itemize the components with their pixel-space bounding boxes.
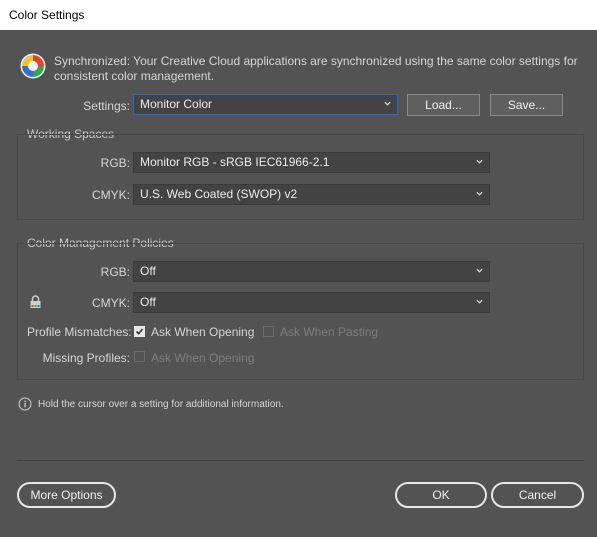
footer-divider <box>17 460 584 461</box>
settings-label: Settings: <box>83 99 130 113</box>
settings-dropdown[interactable]: Monitor Color <box>133 94 398 115</box>
ws-cmyk-dropdown[interactable]: U.S. Web Coated (SWOP) v2 <box>133 184 490 205</box>
missing-ask-when-opening-checkbox[interactable] <box>134 351 145 362</box>
ws-cmyk-value: U.S. Web Coated (SWOP) v2 <box>140 187 298 201</box>
ok-button[interactable]: OK <box>395 482 487 508</box>
missing-ask-when-opening-label[interactable]: Ask When Opening <box>151 351 254 365</box>
chevron-down-icon <box>476 268 483 273</box>
info-icon <box>18 397 32 411</box>
sync-message-line1: Synchronized: Your Creative Cloud applic… <box>54 54 578 68</box>
policy-rgb-dropdown[interactable]: Off <box>133 261 490 282</box>
policy-rgb-value: Off <box>140 264 156 278</box>
ws-rgb-label: RGB: <box>100 156 130 170</box>
save-button[interactable]: Save... <box>490 94 563 116</box>
policy-cmyk-label: CMYK: <box>91 296 130 310</box>
ask-when-pasting-label[interactable]: Ask When Pasting <box>280 325 378 339</box>
policy-cmyk-value: Off <box>140 295 156 309</box>
policy-rgb-label: RGB: <box>100 265 130 279</box>
color-settings-dialog: Synchronized: Your Creative Cloud applic… <box>0 30 597 537</box>
chevron-down-icon <box>476 299 483 304</box>
missing-profiles-label: Missing Profiles: <box>42 351 130 365</box>
chevron-down-icon <box>476 159 483 164</box>
ask-when-opening-checkbox[interactable] <box>134 326 145 337</box>
profile-mismatches-label: Profile Mismatches: <box>27 325 132 339</box>
checkmark-icon <box>135 328 144 335</box>
ws-cmyk-label: CMYK: <box>91 188 130 202</box>
ws-rgb-dropdown[interactable]: Monitor RGB - sRGB IEC61966-2.1 <box>133 152 490 173</box>
chevron-down-icon <box>384 101 391 106</box>
info-text: Hold the cursor over a setting for addit… <box>38 399 284 410</box>
window-title: Color Settings <box>9 8 85 22</box>
cancel-button[interactable]: Cancel <box>491 482 584 508</box>
chevron-down-icon <box>476 191 483 196</box>
ask-when-pasting-checkbox[interactable] <box>263 326 274 337</box>
ask-when-opening-label[interactable]: Ask When Opening <box>151 325 254 339</box>
title-bar: Color Settings <box>0 0 597 30</box>
color-wheel-icon <box>20 53 46 79</box>
ws-rgb-value: Monitor RGB - sRGB IEC61966-2.1 <box>140 155 330 169</box>
settings-value: Monitor Color <box>140 97 213 111</box>
policy-cmyk-dropdown[interactable]: Off <box>133 292 490 313</box>
load-button[interactable]: Load... <box>407 94 480 116</box>
working-spaces-group <box>17 134 584 220</box>
more-options-button[interactable]: More Options <box>17 482 116 508</box>
lock-icon <box>30 295 41 308</box>
sync-message-line2: consistent color management. <box>54 69 215 83</box>
